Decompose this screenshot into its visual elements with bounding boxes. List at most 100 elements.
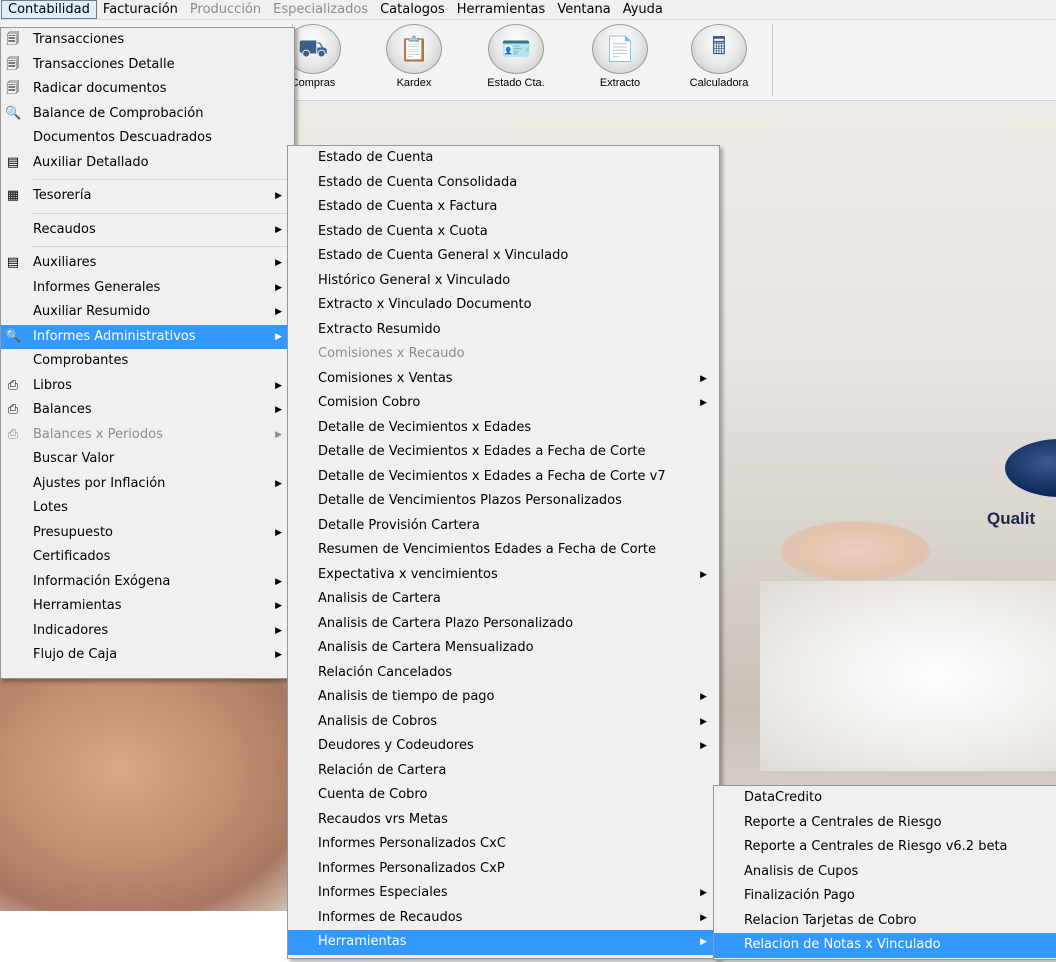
menubar-item-ayuda[interactable]: Ayuda bbox=[617, 0, 669, 19]
id-card-icon: 🪪 bbox=[488, 24, 544, 74]
informes-menu-item-analisis-de-cartera-plazo-personalizado[interactable]: Analisis de Cartera Plazo Personalizado bbox=[288, 612, 719, 637]
contabilidad-menu-item-presupuesto[interactable]: Presupuesto ▶ bbox=[1, 521, 294, 546]
informes-menu-item-resumen-de-vencimientos-edades-a-fecha-de-corte[interactable]: Resumen de Vencimientos Edades a Fecha d… bbox=[288, 538, 719, 563]
herramientas-menu-item-relacion-tarjetas-de-cobro[interactable]: Relacion Tarjetas de Cobro bbox=[714, 909, 1056, 934]
menu-item-label: Analisis de tiempo de pago bbox=[318, 689, 495, 704]
menu-item-label: Auxiliar Resumido bbox=[33, 304, 151, 319]
menu-item-label: Documentos Descuadrados bbox=[33, 130, 212, 145]
informes-menu-item-estado-de-cuenta-consolidada[interactable]: Estado de Cuenta Consolidada bbox=[288, 171, 719, 196]
contabilidad-menu-item-informes-administrativos[interactable]: 🔍 Informes Administrativos ▶ bbox=[1, 324, 294, 349]
menu-item-label: Analisis de Cartera bbox=[318, 591, 441, 606]
contabilidad-menu-item-transacciones[interactable]: 🗐 Transacciones bbox=[1, 28, 294, 53]
informes-menu-item-analisis-de-cartera[interactable]: Analisis de Cartera bbox=[288, 587, 719, 612]
menubar-item-ventana[interactable]: Ventana bbox=[551, 0, 616, 19]
menubar-item-catalogos[interactable]: Catalogos bbox=[374, 0, 451, 19]
informes-menu-item-detalle-de-vencimientos-plazos-personalizados[interactable]: Detalle de Vencimientos Plazos Personali… bbox=[288, 489, 719, 514]
informes-menu-item-cuenta-de-cobro[interactable]: Cuenta de Cobro bbox=[288, 783, 719, 808]
background-light-image bbox=[760, 581, 1056, 771]
informes-menu-item-detalle-de-vecimientos-x-edades-a-fecha-de-corte[interactable]: Detalle de Vecimientos x Edades a Fecha … bbox=[288, 440, 719, 465]
informes-menu-item-comisiones-x-ventas[interactable]: Comisiones x Ventas ▶ bbox=[288, 367, 719, 392]
informes-menu-item-estado-de-cuenta-x-cuota[interactable]: Estado de Cuenta x Cuota bbox=[288, 220, 719, 245]
submenu-arrow-icon: ▶ bbox=[700, 398, 707, 408]
contabilidad-menu-item-auxiliar-detallado[interactable]: ▤ Auxiliar Detallado bbox=[1, 151, 294, 176]
informes-menu-item-informes-personalizados-cxp[interactable]: Informes Personalizados CxP bbox=[288, 857, 719, 882]
ledger-icon: ▤ bbox=[6, 255, 20, 270]
menu-item-label: Finalización Pago bbox=[744, 888, 855, 903]
contabilidad-menu-item-documentos-descuadrados[interactable]: Documentos Descuadrados bbox=[1, 126, 294, 151]
contabilidad-menu-item-tesoreria[interactable]: ▦ Tesorería ▶ bbox=[1, 184, 294, 209]
contabilidad-menu-item-balances-x-periodos[interactable]: ⎙ Balances x Periodos ▶ bbox=[1, 423, 294, 448]
herramientas-menu-item-datacredito[interactable]: DataCredito bbox=[714, 786, 1056, 811]
informes-menu-item-informes-de-recaudos[interactable]: Informes de Recaudos ▶ bbox=[288, 906, 719, 931]
informes-menu-item-detalle-de-vecimientos-x-edades[interactable]: Detalle de Vecimientos x Edades bbox=[288, 416, 719, 441]
contabilidad-menu-item-transacciones-detalle[interactable]: 🗐 Transacciones Detalle bbox=[1, 53, 294, 78]
informes-menu-item-herramientas[interactable]: Herramientas ▶ bbox=[288, 930, 719, 955]
contabilidad-menu-item-recaudos[interactable]: Recaudos ▶ bbox=[1, 218, 294, 243]
menu-item-label: Analisis de Cartera Mensualizado bbox=[318, 640, 534, 655]
contabilidad-menu-item-auxiliares[interactable]: ▤ Auxiliares ▶ bbox=[1, 251, 294, 276]
toolbar-button-estado-cta[interactable]: 🪪 Estado Cta. bbox=[469, 24, 563, 96]
informes-menu-item-historico-general-x-vinculado[interactable]: Histórico General x Vinculado bbox=[288, 269, 719, 294]
contabilidad-menu-item-radicar-documentos[interactable]: 🗐 Radicar documentos bbox=[1, 77, 294, 102]
informes-menu-item-detalle-de-vecimientos-x-edades-a-fecha-de-corte-v7[interactable]: Detalle de Vecimientos x Edades a Fecha … bbox=[288, 465, 719, 490]
informes-menu-item-estado-de-cuenta[interactable]: Estado de Cuenta bbox=[288, 146, 719, 171]
informes-menu-item-analisis-de-cobros[interactable]: Analisis de Cobros ▶ bbox=[288, 710, 719, 735]
contabilidad-menu-item-balance-de-comprobacion[interactable]: 🔍 Balance de Comprobación bbox=[1, 102, 294, 127]
contabilidad-menu-item-informacion-exogena[interactable]: Información Exógena ▶ bbox=[1, 570, 294, 595]
herramientas-menu-item-finalizacion-pago[interactable]: Finalización Pago bbox=[714, 884, 1056, 909]
informes-menu-item-comisiones-x-recaudo[interactable]: Comisiones x Recaudo bbox=[288, 342, 719, 367]
menu-item-label: Recaudos vrs Metas bbox=[318, 811, 448, 827]
toolbar-button-calculadora[interactable]: 🖩 Calculadora bbox=[672, 24, 766, 96]
toolbar-button-extracto[interactable]: 📄 Extracto bbox=[573, 24, 667, 96]
informes-menu-item-analisis-de-tiempo-de-pago[interactable]: Analisis de tiempo de pago ▶ bbox=[288, 685, 719, 710]
informes-menu-item-analisis-de-cartera-mensualizado[interactable]: Analisis de Cartera Mensualizado bbox=[288, 636, 719, 661]
herramientas-menu-item-relacion-de-notas-x-vinculado[interactable]: Relacion de Notas x Vinculado bbox=[714, 933, 1056, 958]
contabilidad-menu-item-certificados[interactable]: Certificados bbox=[1, 545, 294, 570]
informes-menu-item-detalle-provision-cartera[interactable]: Detalle Provisión Cartera bbox=[288, 514, 719, 539]
menubar-item-produccion[interactable]: Producción bbox=[184, 0, 267, 19]
informes-menu-item-deudores-y-codeudores[interactable]: Deudores y Codeudores ▶ bbox=[288, 734, 719, 759]
menubar-item-especializados[interactable]: Especializados bbox=[267, 0, 374, 19]
menubar-item-herramientas[interactable]: Herramientas bbox=[451, 0, 552, 19]
menu-item-label: Flujo de Caja bbox=[33, 647, 118, 662]
contabilidad-menu-item-ajustes-por-inflacion[interactable]: Ajustes por Inflación ▶ bbox=[1, 472, 294, 497]
informes-menu-item-comision-cobro[interactable]: Comision Cobro ▶ bbox=[288, 391, 719, 416]
menu-item-label: Extracto Resumido bbox=[318, 321, 441, 337]
informes-menu-item-estado-de-cuenta-x-factura[interactable]: Estado de Cuenta x Factura bbox=[288, 195, 719, 220]
informes-menu-item-extracto-x-vinculado-documento[interactable]: Extracto x Vinculado Documento bbox=[288, 293, 719, 318]
menubar-item-facturacion[interactable]: Facturación bbox=[97, 0, 184, 19]
informes-menu-item-extracto-resumido[interactable]: Extracto Resumido bbox=[288, 318, 719, 343]
menu-item-label: Presupuesto bbox=[33, 524, 113, 540]
contabilidad-menu-item-flujo-de-caja[interactable]: Flujo de Caja ▶ bbox=[1, 643, 294, 668]
contabilidad-menu-item-comprobantes[interactable]: Comprobantes bbox=[1, 349, 294, 374]
menu-item-label: Balance de Comprobación bbox=[33, 105, 204, 121]
contabilidad-menu-item-indicadores[interactable]: Indicadores ▶ bbox=[1, 619, 294, 644]
contabilidad-menu-item-auxiliar-resumido[interactable]: Auxiliar Resumido ▶ bbox=[1, 300, 294, 325]
toolbar-button-label: Estado Cta. bbox=[487, 77, 545, 89]
informes-menu-item-estado-de-cuenta-general-x-vinculado[interactable]: Estado de Cuenta General x Vinculado bbox=[288, 244, 719, 269]
contabilidad-menu-item-balances[interactable]: ⎙ Balances ▶ bbox=[1, 398, 294, 423]
herramientas-menu-item-analisis-de-cupos[interactable]: Analisis de Cupos bbox=[714, 860, 1056, 885]
printer-icon: ⎙ bbox=[7, 402, 19, 417]
toolbar-button-label: Calculadora bbox=[689, 77, 749, 89]
informes-menu-item-expectativa-x-vencimientos[interactable]: Expectativa x vencimientos ▶ bbox=[288, 563, 719, 588]
menu-item-label: Transacciones bbox=[33, 32, 125, 47]
herramientas-menu-item-reporte-a-centrales-de-riesgo-v6-2-beta[interactable]: Reporte a Centrales de Riesgo v6.2 beta bbox=[714, 835, 1056, 860]
transactions-icon: 🗐 bbox=[6, 81, 20, 96]
menubar-item-contabilidad[interactable]: Contabilidad bbox=[1, 0, 97, 19]
informes-menu-item-relacion-de-cartera[interactable]: Relación de Cartera bbox=[288, 759, 719, 784]
informes-menu-item-informes-personalizados-cxc[interactable]: Informes Personalizados CxC bbox=[288, 832, 719, 857]
menu-item-label: Informes Administrativos bbox=[33, 328, 196, 344]
informes-menu-item-informes-especiales[interactable]: Informes Especiales ▶ bbox=[288, 881, 719, 906]
informes-menu-item-recaudos-vrs-metas[interactable]: Recaudos vrs Metas bbox=[288, 808, 719, 833]
submenu-arrow-icon: ▶ bbox=[700, 373, 707, 384]
contabilidad-menu-item-informes-generales[interactable]: Informes Generales ▶ bbox=[1, 276, 294, 301]
submenu-arrow-icon: ▶ bbox=[275, 258, 282, 268]
toolbar-button-kardex[interactable]: 📋 Kardex bbox=[367, 24, 461, 96]
contabilidad-menu-item-buscar-valor[interactable]: Buscar Valor bbox=[1, 447, 294, 472]
contabilidad-menu-item-herramientas[interactable]: Herramientas ▶ bbox=[1, 594, 294, 619]
herramientas-menu-item-reporte-a-centrales-de-riesgo[interactable]: Reporte a Centrales de Riesgo bbox=[714, 811, 1056, 836]
contabilidad-menu-item-libros[interactable]: ⎙ Libros ▶ bbox=[1, 374, 294, 399]
contabilidad-menu-item-lotes[interactable]: Lotes bbox=[1, 496, 294, 521]
informes-menu-item-relacion-cancelados[interactable]: Relación Cancelados bbox=[288, 661, 719, 686]
